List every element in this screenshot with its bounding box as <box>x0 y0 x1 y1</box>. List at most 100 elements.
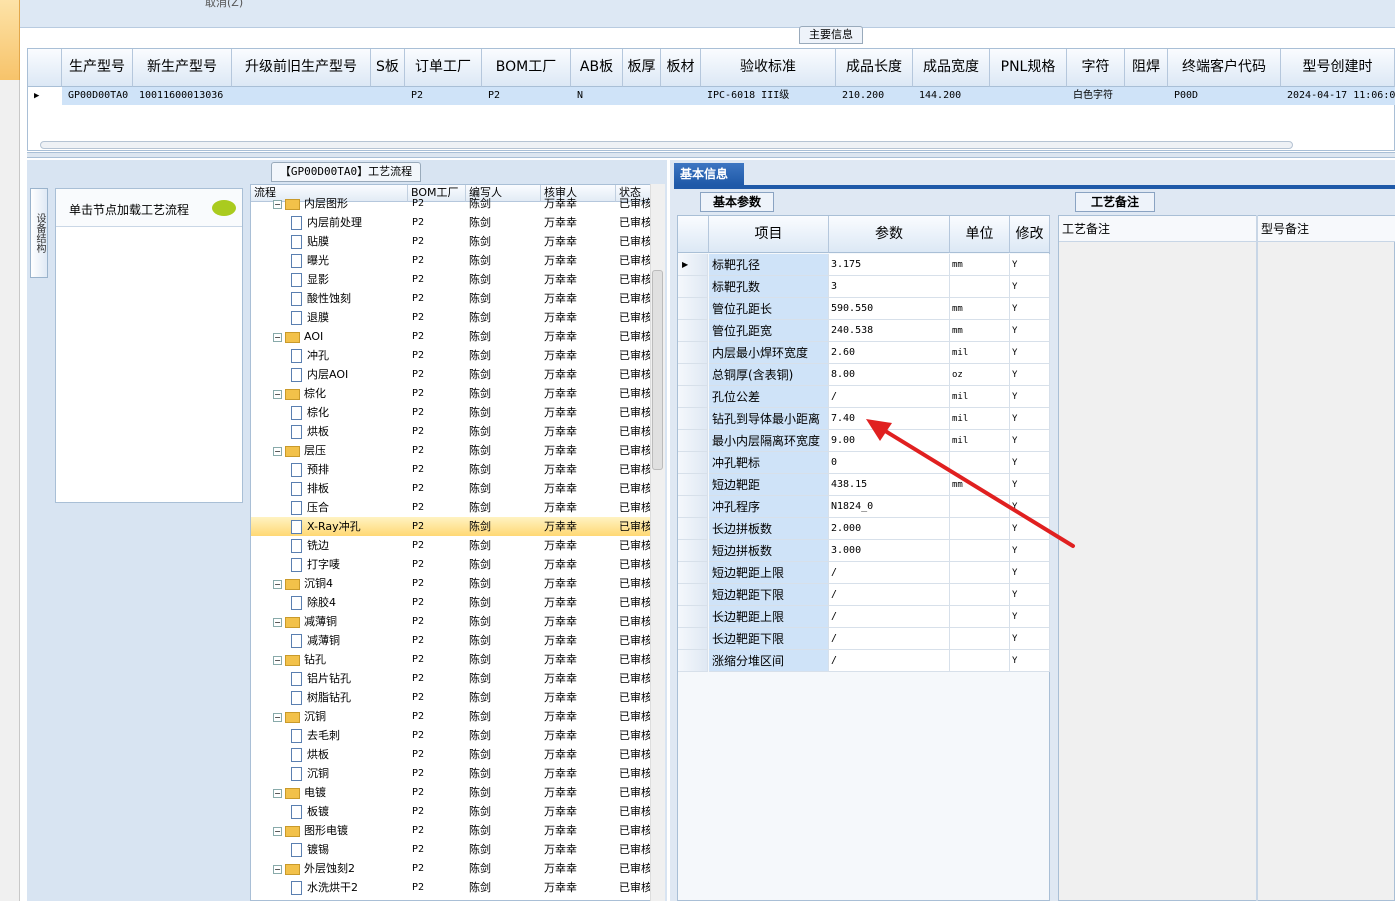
tree-doc-node[interactable]: 烘板 <box>291 745 406 764</box>
tree-row[interactable]: 减薄铜 P2 陈剑 万幸幸 已审核 <box>251 631 651 650</box>
tree-folder-node[interactable]: − 钻孔 <box>273 650 406 669</box>
tree-doc-node[interactable]: 曝光 <box>291 251 406 270</box>
grid-cell[interactable]: P2 <box>482 87 571 105</box>
collapse-icon[interactable]: − <box>273 655 282 665</box>
tree-row[interactable]: − 层压 P2 陈剑 万幸幸 已审核 <box>251 441 651 460</box>
grid-cell[interactable] <box>990 87 1067 105</box>
param-row[interactable]: 标靶孔数 3 Y <box>678 276 1050 298</box>
tree-doc-node[interactable]: 减薄铜 <box>291 631 406 650</box>
grid-cell[interactable]: P00D <box>1168 87 1281 105</box>
tree-doc-node[interactable]: 除胶4 <box>291 593 406 612</box>
tree-row[interactable]: 内层AOI P2 陈剑 万幸幸 已审核 <box>251 365 651 384</box>
param-value[interactable]: / <box>829 562 950 584</box>
param-value[interactable]: / <box>829 650 950 672</box>
collapse-icon[interactable]: − <box>273 788 282 798</box>
tree-row[interactable]: − 沉铜 P2 陈剑 万幸幸 已审核 <box>251 707 651 726</box>
tree-doc-node[interactable]: 烘板 <box>291 422 406 441</box>
tree-row[interactable]: − 电镀 P2 陈剑 万幸幸 已审核 <box>251 783 651 802</box>
param-column-header[interactable]: 项目 <box>709 216 829 253</box>
param-value[interactable]: / <box>829 584 950 606</box>
tree-row[interactable]: 退膜 P2 陈剑 万幸幸 已审核 <box>251 308 651 327</box>
column-header[interactable]: 阻焊 <box>1125 49 1168 87</box>
param-row[interactable]: 内层最小焊环宽度 2.60 mil Y <box>678 342 1050 364</box>
grid-cell[interactable] <box>661 87 701 105</box>
param-value[interactable]: 3.175 <box>829 254 950 276</box>
collapse-icon[interactable]: − <box>273 446 282 456</box>
param-row[interactable]: ▶ 标靶孔径 3.175 mm Y <box>678 254 1050 276</box>
param-column-header[interactable]: 修改 <box>1010 216 1050 253</box>
tree-row[interactable]: 内层前处理 P2 陈剑 万幸幸 已审核 <box>251 213 651 232</box>
tree-doc-node[interactable]: 显影 <box>291 270 406 289</box>
tree-row[interactable]: 板镀 P2 陈剑 万幸幸 已审核 <box>251 802 651 821</box>
param-row[interactable]: 长边靶距上限 / Y <box>678 606 1050 628</box>
tree-doc-node[interactable]: 排板 <box>291 479 406 498</box>
tree-folder-node[interactable]: − 棕化 <box>273 384 406 403</box>
tree-folder-node[interactable]: − AOI <box>273 327 406 346</box>
column-header[interactable]: 终端客户代码 <box>1168 49 1281 87</box>
tree-row[interactable]: 预排 P2 陈剑 万幸幸 已审核 <box>251 460 651 479</box>
tab-basic-info[interactable]: 基本信息 <box>674 163 744 185</box>
tree-doc-node[interactable]: 树脂钻孔 <box>291 688 406 707</box>
tab-equipment-structure[interactable]: 设备结构 <box>30 188 48 278</box>
grid-cell[interactable] <box>1125 87 1168 105</box>
grid-cell[interactable]: 144.200 <box>913 87 990 105</box>
tree-doc-node[interactable]: 去毛刺 <box>291 726 406 745</box>
tree-row[interactable]: 镀锡 P2 陈剑 万幸幸 已审核 <box>251 840 651 859</box>
param-row[interactable]: 涨缩分堆区间 / Y <box>678 650 1050 672</box>
tree-row[interactable]: − 外层蚀刻2 P2 陈剑 万幸幸 已审核 <box>251 859 651 878</box>
column-header[interactable]: PNL规格 <box>990 49 1067 87</box>
column-header[interactable]: 升级前旧生产型号 <box>232 49 371 87</box>
grid-cell[interactable] <box>232 87 371 105</box>
tree-row[interactable]: 冲孔 P2 陈剑 万幸幸 已审核 <box>251 346 651 365</box>
tree-row[interactable]: − 沉铜4 P2 陈剑 万幸幸 已审核 <box>251 574 651 593</box>
tree-row[interactable]: − 棕化 P2 陈剑 万幸幸 已审核 <box>251 384 651 403</box>
horizontal-scrollbar[interactable] <box>40 141 1293 149</box>
tree-row[interactable]: 烘板 P2 陈剑 万幸幸 已审核 <box>251 422 651 441</box>
collapse-icon[interactable]: − <box>273 617 282 627</box>
param-value[interactable]: 2.60 <box>829 342 950 364</box>
tree-doc-node[interactable]: 棕化 <box>291 403 406 422</box>
param-value[interactable]: 590.550 <box>829 298 950 320</box>
column-header[interactable]: 字符 <box>1067 49 1125 87</box>
column-header[interactable]: 验收标准 <box>701 49 836 87</box>
tree-doc-node[interactable]: X-Ray冲孔 <box>291 517 406 536</box>
tree-doc-node[interactable]: 镀锡 <box>291 840 406 859</box>
tab-main-info[interactable]: 主要信息 <box>799 26 863 44</box>
tree-doc-node[interactable]: 铣边 <box>291 536 406 555</box>
tab-process-flow[interactable]: 【GP00D00TA0】工艺流程 <box>271 162 421 182</box>
grid-cell[interactable]: IPC-6018 III级 <box>701 87 836 105</box>
tree-row[interactable]: 水洗烘干2 P2 陈剑 万幸幸 已审核 <box>251 878 651 897</box>
column-header[interactable]: 成品宽度 <box>913 49 990 87</box>
collapse-icon[interactable]: − <box>273 712 282 722</box>
param-column-header[interactable]: 参数 <box>829 216 950 253</box>
grid-cell[interactable]: 2024-04-17 11:06:09 <box>1281 87 1395 105</box>
tree-folder-node[interactable]: − 图形电镀 <box>273 821 406 840</box>
param-row[interactable]: 孔位公差 / mil Y <box>678 386 1050 408</box>
tree-row[interactable]: 铣边 P2 陈剑 万幸幸 已审核 <box>251 536 651 555</box>
grid-cell[interactable]: N <box>571 87 623 105</box>
grid-cell[interactable]: 白色字符 <box>1067 87 1125 105</box>
param-row[interactable]: 管位孔距长 590.550 mm Y <box>678 298 1050 320</box>
grid-cell[interactable]: P2 <box>405 87 482 105</box>
grid-cell[interactable]: 210.200 <box>836 87 913 105</box>
tree-row[interactable]: 铝片钻孔 P2 陈剑 万幸幸 已审核 <box>251 669 651 688</box>
tree-row[interactable]: 树脂钻孔 P2 陈剑 万幸幸 已审核 <box>251 688 651 707</box>
tree-folder-node[interactable]: − 电镀 <box>273 783 406 802</box>
param-value[interactable]: 240.538 <box>829 320 950 342</box>
tree-doc-node[interactable]: 内层AOI <box>291 365 406 384</box>
tree-doc-node[interactable]: 板镀 <box>291 802 406 821</box>
tree-folder-node[interactable]: − 沉铜 <box>273 707 406 726</box>
splitter[interactable] <box>27 152 1395 158</box>
param-row[interactable]: 总铜厚(含表铜) 8.00 oz Y <box>678 364 1050 386</box>
collapse-icon[interactable]: − <box>273 199 282 209</box>
column-header[interactable]: 订单工厂 <box>405 49 482 87</box>
tree-row[interactable]: 贴膜 P2 陈剑 万幸幸 已审核 <box>251 232 651 251</box>
grid-cell[interactable]: 10011600013036 <box>133 87 232 105</box>
column-header[interactable]: 成品长度 <box>836 49 913 87</box>
tree-row[interactable]: X-Ray冲孔 P2 陈剑 万幸幸 已审核 <box>251 517 651 536</box>
tree-row[interactable]: − 钻孔 P2 陈剑 万幸幸 已审核 <box>251 650 651 669</box>
tree-folder-node[interactable]: − 沉铜4 <box>273 574 406 593</box>
param-value[interactable]: / <box>829 606 950 628</box>
tree-folder-node[interactable]: − 外层蚀刻2 <box>273 859 406 878</box>
tree-doc-node[interactable]: 铝片钻孔 <box>291 669 406 688</box>
